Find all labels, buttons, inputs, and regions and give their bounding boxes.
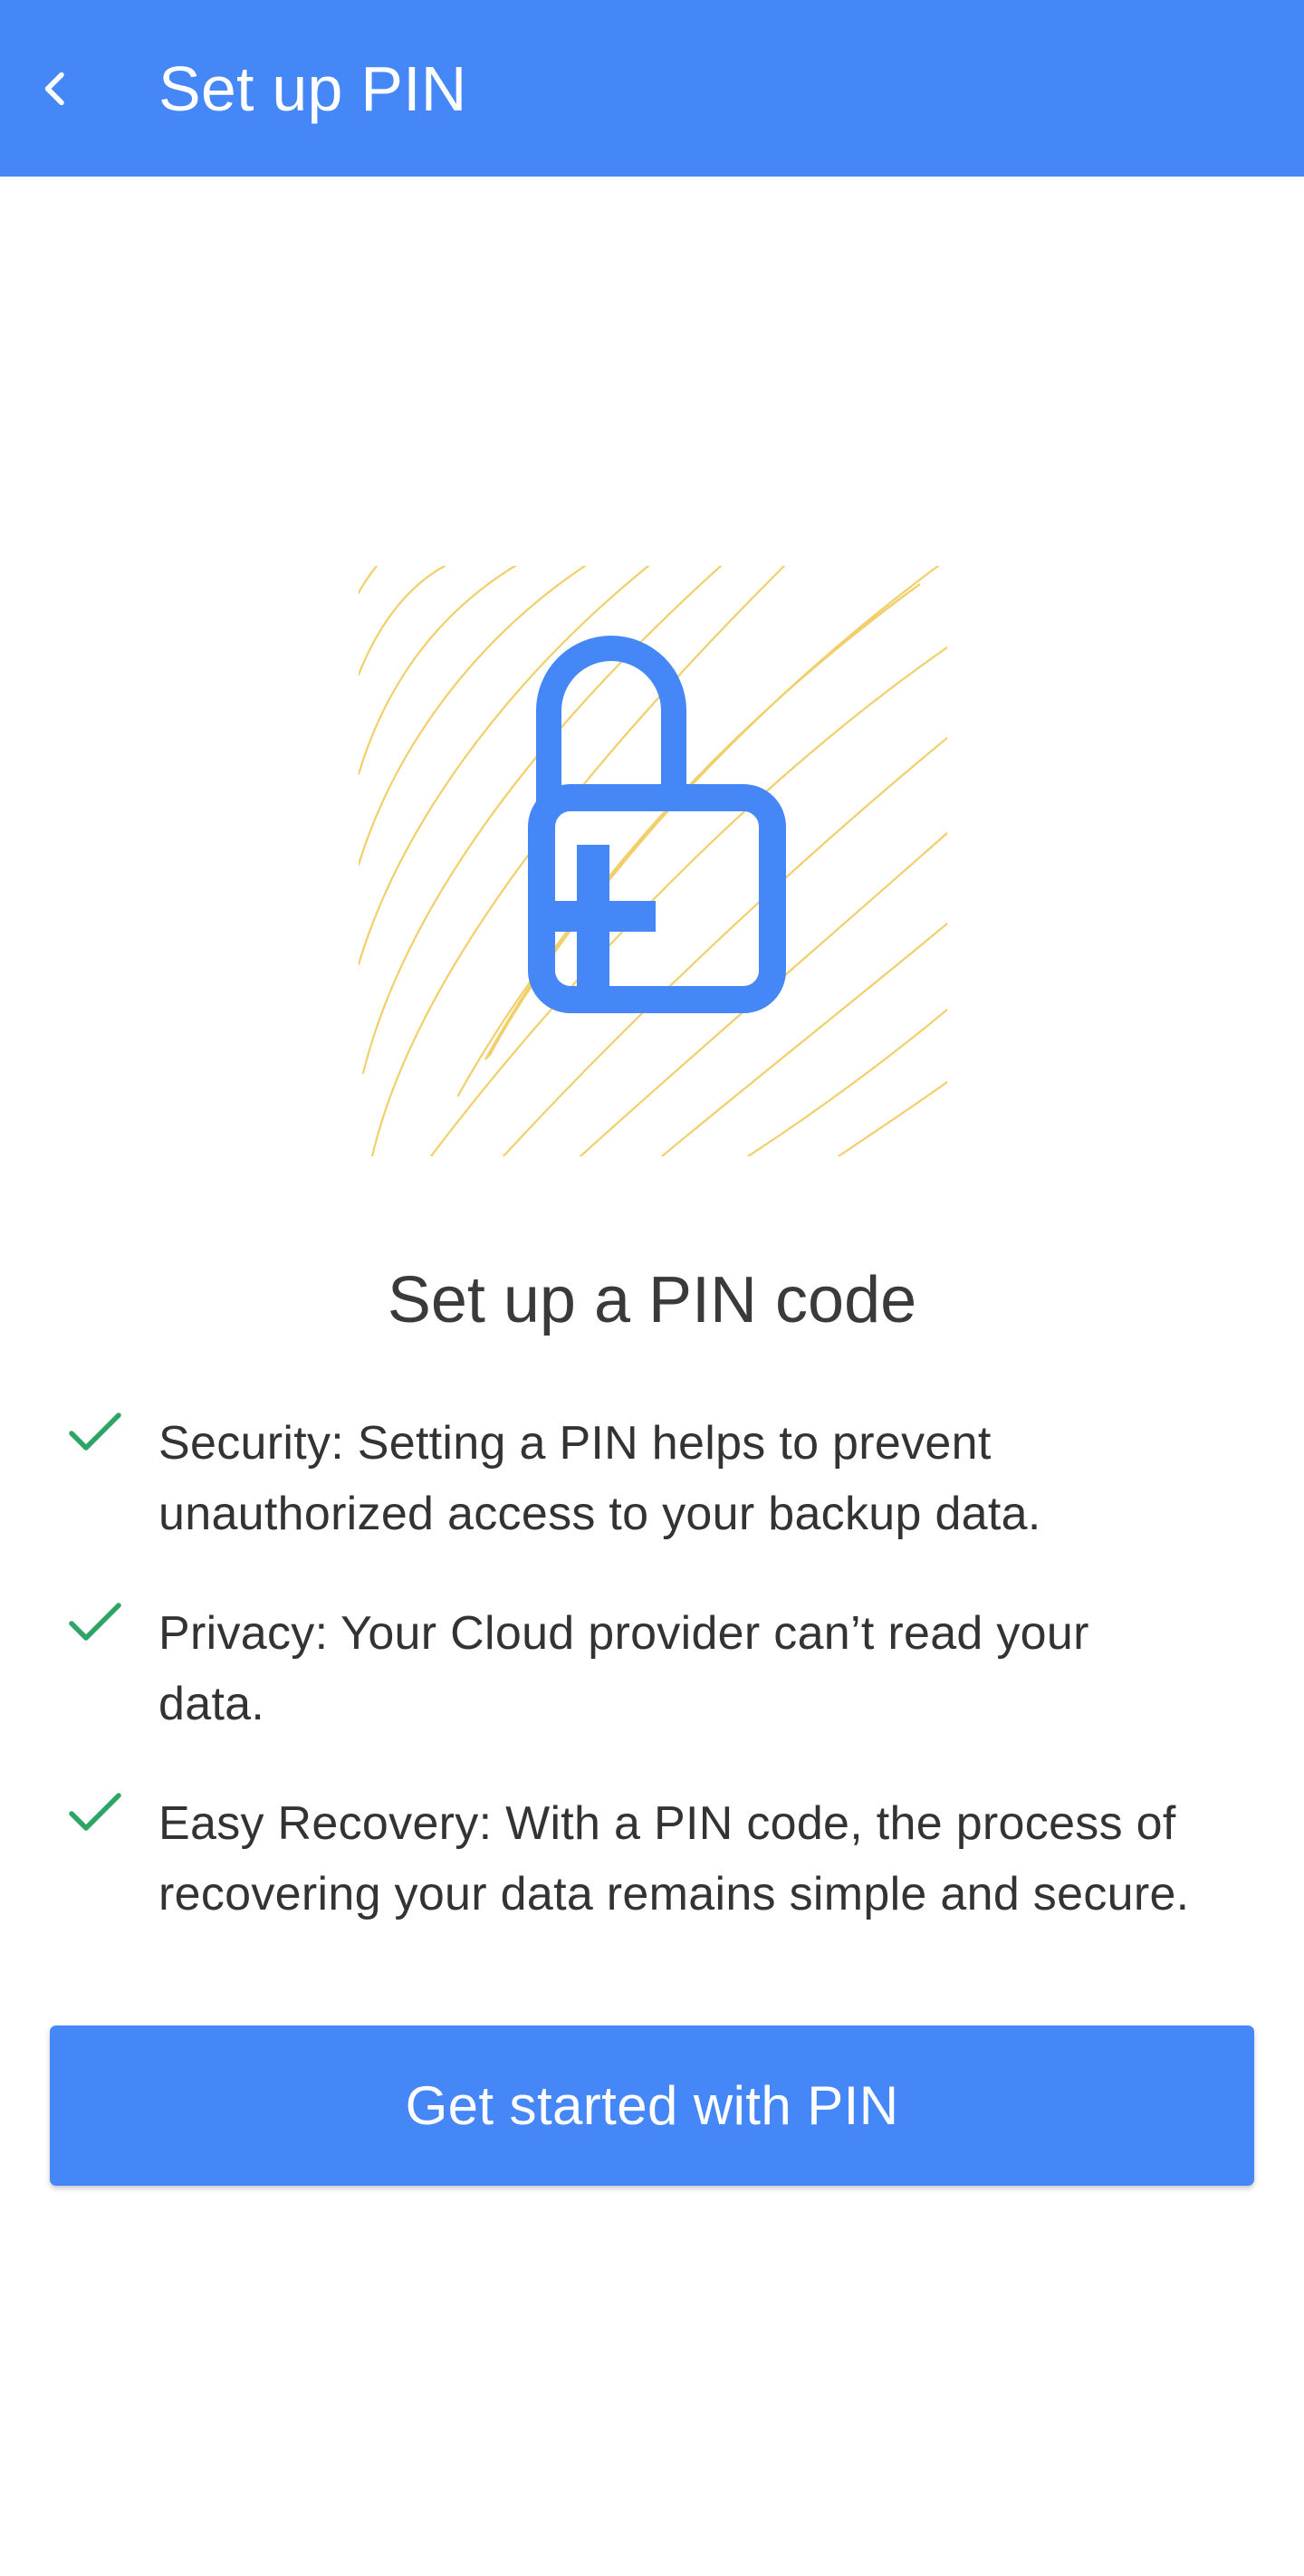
app-bar-title: Set up PIN xyxy=(158,53,467,124)
contour-pattern xyxy=(359,566,947,1156)
back-button[interactable] xyxy=(20,54,89,123)
page-heading: Set up a PIN code xyxy=(387,1264,917,1336)
benefit-privacy: Privacy: Your Cloud provider can’t read … xyxy=(0,1598,1304,1788)
setup-pin-screen: Set up PIN Set up a PIN code Security: S… xyxy=(0,0,1304,2576)
benefit-line: recovering your data remains simple and … xyxy=(158,1868,1190,1920)
app-bar: Set up PIN xyxy=(0,0,1304,177)
benefit-text: Security: Setting a PIN helps to prevent… xyxy=(158,1408,1263,1549)
chevron-left-icon xyxy=(44,72,64,105)
benefit-line: unauthorized access to your backup data. xyxy=(158,1488,1041,1540)
hero-illustration xyxy=(359,566,947,1156)
benefit-line: Privacy: Your Cloud provider can’t read … xyxy=(158,1607,1089,1660)
benefits-list: Security: Setting a PIN helps to prevent… xyxy=(0,1408,1304,1978)
benefit-easy-recovery: Easy Recovery: With a PIN code, the proc… xyxy=(0,1788,1304,1978)
benefit-line: data. xyxy=(158,1678,265,1730)
benefit-text: Easy Recovery: With a PIN code, the proc… xyxy=(158,1788,1263,1930)
benefit-text: Privacy: Your Cloud provider can’t read … xyxy=(158,1598,1263,1739)
benefit-line: Security: Setting a PIN helps to prevent xyxy=(158,1417,992,1470)
check-icon xyxy=(69,1603,121,1641)
benefit-line: Easy Recovery: With a PIN code, the proc… xyxy=(158,1797,1176,1850)
get-started-button[interactable]: Get started with PIN xyxy=(50,2025,1254,2186)
benefit-security: Security: Setting a PIN helps to prevent… xyxy=(0,1408,1304,1598)
check-icon xyxy=(69,1793,121,1831)
lock-plus-icon xyxy=(528,636,786,1013)
check-icon xyxy=(69,1412,121,1451)
